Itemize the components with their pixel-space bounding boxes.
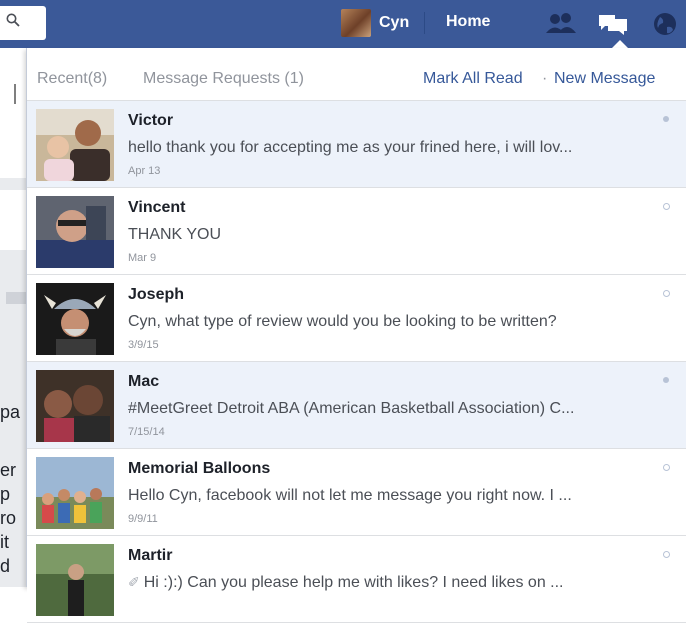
new-message-link[interactable]: New Message (554, 70, 655, 88)
mark-all-read-link[interactable]: Mark All Read (423, 70, 523, 88)
background-text: d (0, 556, 11, 576)
top-nav-bar: Cyn Home (0, 0, 686, 48)
thread-list: Victor hello thank you for accepting me … (27, 101, 686, 623)
background-text: it (0, 532, 9, 552)
thread-snippet: #MeetGreet Detroit ABA (American Basketb… (128, 400, 575, 417)
mark-unread-dot[interactable] (663, 203, 670, 210)
thread-date: 9/9/11 (128, 513, 158, 525)
dropdown-caret (612, 40, 628, 48)
thread-row[interactable]: Mac #MeetGreet Detroit ABA (American Bas… (27, 362, 686, 449)
thread-row[interactable]: Vincent THANK YOU Mar 9 (27, 188, 686, 275)
contact-avatar[interactable] (36, 196, 114, 268)
contact-avatar[interactable] (36, 370, 114, 442)
thread-name: Victor (128, 112, 174, 129)
friend-requests-icon[interactable] (543, 8, 579, 40)
thread-row[interactable]: Martir ✐ Hi :):) Can you please help me w… (27, 536, 686, 623)
mark-unread-dot[interactable] (663, 464, 670, 471)
profile-avatar[interactable] (341, 9, 371, 37)
thread-name: Vincent (128, 199, 186, 216)
search-icon[interactable] (6, 13, 20, 27)
thread-snippet: hello thank you for accepting me as your… (128, 139, 573, 156)
contact-avatar[interactable] (36, 457, 114, 529)
thread-name: Mac (128, 373, 160, 390)
header-separator: · (542, 70, 548, 87)
thread-row[interactable]: Victor hello thank you for accepting me … (27, 101, 686, 188)
background-text: er (0, 460, 17, 480)
contact-avatar[interactable] (36, 283, 114, 355)
thread-date: 7/15/14 (128, 426, 165, 438)
thread-snippet: Cyn, what type of review would you be lo… (128, 313, 557, 330)
thread-date: Apr 13 (128, 165, 161, 177)
dropdown-header: Recent(8) Message Requests (1) Mark All … (27, 48, 686, 101)
contact-avatar[interactable] (36, 109, 114, 181)
home-link[interactable]: Home (446, 13, 490, 31)
thread-name: Memorial Balloons (128, 460, 271, 477)
mark-read-dot[interactable] (663, 377, 669, 383)
thread-snippet: Hello Cyn, facebook will not let me mess… (128, 487, 572, 504)
messages-dropdown: Recent(8) Message Requests (1) Mark All … (26, 48, 686, 623)
background-text: pa (0, 402, 21, 422)
profile-link[interactable]: Cyn (341, 9, 409, 37)
thread-date: Mar 9 (128, 252, 157, 264)
thread-row[interactable]: Memorial Balloons Hello Cyn, facebook wi… (27, 449, 686, 536)
tab-message-requests[interactable]: Message Requests (1) (143, 70, 304, 88)
reply-icon: ✐ (128, 574, 140, 590)
mark-unread-dot[interactable] (663, 551, 670, 558)
messages-icon[interactable] (595, 8, 631, 40)
nav-divider (424, 12, 425, 34)
background-text: p (0, 484, 11, 504)
globe-icon[interactable] (647, 8, 683, 40)
thread-name: Martir (128, 547, 173, 564)
background-divider (14, 84, 16, 104)
background-block (6, 292, 26, 304)
thread-snippet-text: Hi :):) Can you please help me with like… (143, 574, 564, 591)
thread-name: Joseph (128, 286, 185, 303)
contact-avatar[interactable] (36, 544, 114, 616)
thread-snippet: ✐ Hi :):) Can you please help me with lik… (128, 574, 660, 592)
thread-snippet: THANK YOU (128, 226, 222, 243)
background-text: ro (0, 508, 17, 528)
mark-unread-dot[interactable] (663, 290, 670, 297)
thread-row[interactable]: Joseph Cyn, what type of review would yo… (27, 275, 686, 362)
thread-date: 3/9/15 (128, 339, 159, 351)
search-box[interactable] (0, 6, 46, 40)
tab-recent[interactable]: Recent(8) (37, 70, 107, 88)
profile-name[interactable]: Cyn (379, 14, 409, 32)
mark-read-dot[interactable] (663, 116, 669, 122)
